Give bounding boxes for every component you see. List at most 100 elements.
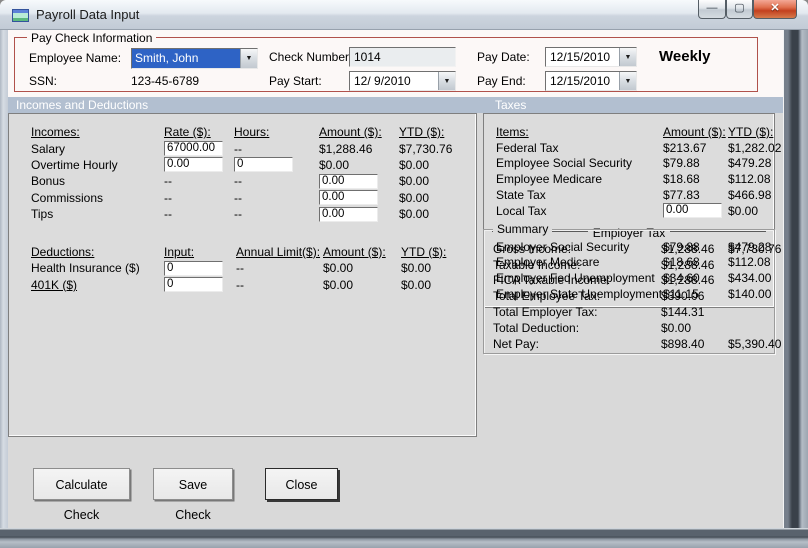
col-ytd: YTD ($): [401, 244, 447, 259]
col-hours: Hours: [234, 125, 270, 140]
commissions-amount-input[interactable]: 0.00 [319, 190, 378, 206]
row-amount: $77.83 [663, 188, 700, 203]
summary-row-fica: FICA Taxable Income: $1,288.46 [484, 273, 774, 289]
col-incomes: Incomes: [31, 125, 80, 140]
401k-input[interactable]: 0 [164, 277, 223, 293]
row-amount: $0.00 [661, 320, 692, 335]
window-frame-right [783, 30, 808, 528]
section-header-band: Incomes and Deductions Taxes [8, 97, 783, 113]
row-amount: $390.06 [661, 289, 705, 304]
row-hours: -- [234, 141, 242, 156]
window-frame-bottom [0, 528, 808, 548]
pay-end-picker[interactable]: 12/15/2010 ▼ [545, 71, 637, 91]
employee-name-value: Smith, John [135, 51, 199, 65]
row-ytd: $479.28 [728, 156, 772, 171]
incomes-section-header: Incomes and Deductions [16, 98, 149, 112]
income-row-bonus: Bonus -- -- 0.00 $0.00 [9, 173, 476, 189]
row-amount: $1,288.46 [661, 273, 715, 288]
row-ytd: $5,390.40 [728, 336, 782, 351]
row-rate: -- [164, 174, 172, 189]
row-label: Tips [31, 207, 54, 222]
chevron-down-icon[interactable]: ▼ [619, 48, 636, 66]
row-amount: $1,288.46 [661, 257, 715, 272]
pay-date-picker[interactable]: 12/15/2010 ▼ [545, 47, 637, 67]
chevron-down-icon[interactable]: ▼ [619, 72, 636, 90]
close-window-button[interactable]: ✕ [753, 0, 797, 19]
row-label: Net Pay: [493, 336, 540, 351]
income-row-salary: Salary 67000.00 -- $1,288.46 $7,730.76 [9, 140, 476, 157]
col-input: Input: [164, 244, 195, 259]
chevron-down-icon[interactable]: ▼ [240, 49, 257, 68]
row-ytd: $0.00 [399, 207, 430, 222]
row-amount: $1,288.46 [661, 241, 715, 256]
incomes-header-row: Incomes: Rate ($): Hours: Amount ($): YT… [9, 124, 476, 140]
row-amount: $0.00 [319, 157, 350, 172]
calculate-check-button[interactable]: Calculate Check [33, 468, 130, 522]
window-title: Payroll Data Input [36, 7, 140, 22]
deduction-row-health-insurance: Health Insurance ($) 0 -- $0.00 $0.00 [9, 260, 476, 277]
deduction-row-401k: 401K ($) 0 -- $0.00 $0.00 [9, 277, 476, 294]
taxes-header-row: Items: Amount ($): YTD ($): [484, 124, 774, 140]
row-annual-limit: -- [236, 277, 244, 292]
row-label: Employee Social Security [496, 156, 633, 171]
row-amount: $0.00 [323, 277, 354, 292]
summary-row-taxable: Taxable Income: $1,288.46 [484, 257, 774, 273]
app-window-icon [12, 9, 29, 22]
tax-row-employee-ss: Employee Social Security $79.88 $479.28 [484, 156, 774, 172]
pay-start-label: Pay Start: [269, 74, 322, 88]
row-label: Local Tax [496, 203, 547, 218]
income-row-overtime: Overtime Hourly 0.00 0 $0.00 $0.00 [9, 157, 476, 173]
title-bar[interactable]: Payroll Data Input — ▢ ✕ [0, 0, 808, 30]
row-ytd: $0.00 [399, 157, 430, 172]
health-insurance-input[interactable]: 0 [164, 260, 223, 276]
pay-end-value: 12/15/2010 [550, 74, 611, 88]
close-button[interactable]: Close [265, 468, 338, 500]
row-hours: -- [234, 207, 242, 222]
chevron-down-icon[interactable]: ▼ [438, 72, 455, 90]
row-label: Federal Tax [496, 140, 559, 155]
row-label: Bonus [31, 174, 66, 189]
tips-amount-input[interactable]: 0.00 [319, 206, 378, 222]
minimize-button[interactable]: — [698, 0, 726, 19]
employee-name-label: Employee Name: [29, 51, 122, 65]
save-check-button[interactable]: Save Check [153, 468, 233, 522]
check-number-label: Check Number: [269, 50, 353, 64]
row-label: Taxable Income: [493, 257, 581, 272]
row-label: Overtime Hourly [31, 157, 118, 172]
401k-link[interactable]: 401K ($) [31, 278, 164, 292]
deductions-header-row: Deductions: Input: Annual Limit($): Amou… [9, 243, 476, 260]
pay-date-label: Pay Date: [477, 50, 530, 64]
summary-group: Summary Gross Income: $1,288.46 $7,730.7… [483, 222, 781, 354]
window-frame-left [0, 30, 8, 528]
col-annual-limit: Annual Limit($): [236, 244, 321, 259]
check-number-field[interactable]: 1014 [349, 47, 456, 67]
row-label: Total Employer Tax: [493, 305, 598, 320]
pay-frequency-label: Weekly [659, 48, 711, 65]
salary-rate-input[interactable]: 67000.00 [164, 141, 223, 157]
incomes-deductions-panel: Incomes: Rate ($): Hours: Amount ($): YT… [8, 113, 477, 437]
row-ytd: $0.00 [399, 174, 430, 189]
maximize-button[interactable]: ▢ [726, 0, 753, 19]
local-tax-input[interactable]: 0.00 [663, 203, 722, 219]
summary-row-gross: Gross Income: $1,288.46 $7,730.76 [484, 241, 781, 257]
row-ytd: $112.08 [728, 172, 771, 187]
pay-start-picker[interactable]: 12/ 9/2010 ▼ [349, 71, 456, 91]
row-ytd: $0.00 [399, 190, 430, 205]
tax-row-local: Local Tax 0.00 $0.00 [484, 203, 774, 219]
col-amount: Amount ($): [323, 244, 386, 259]
employee-name-combobox[interactable]: Smith, John ▼ [131, 48, 258, 69]
row-amount: $79.88 [663, 156, 700, 171]
row-ytd: $466.98 [728, 188, 772, 203]
row-amount: $898.40 [661, 336, 705, 351]
col-rate: Rate ($): [164, 125, 211, 140]
tax-row-federal: Federal Tax $213.67 $1,282.02 [484, 140, 781, 156]
row-ytd: $0.00 [401, 277, 432, 292]
overtime-hours-input[interactable]: 0 [234, 157, 293, 173]
overtime-rate-input[interactable]: 0.00 [164, 157, 223, 173]
paycheck-info-group: Pay Check Information Employee Name: Smi… [14, 31, 758, 92]
row-amount: $18.68 [663, 172, 700, 187]
row-label: Health Insurance ($) [31, 261, 140, 276]
col-items: Items: [496, 124, 529, 139]
bonus-amount-input[interactable]: 0.00 [319, 173, 378, 189]
row-label: Salary [31, 141, 66, 156]
